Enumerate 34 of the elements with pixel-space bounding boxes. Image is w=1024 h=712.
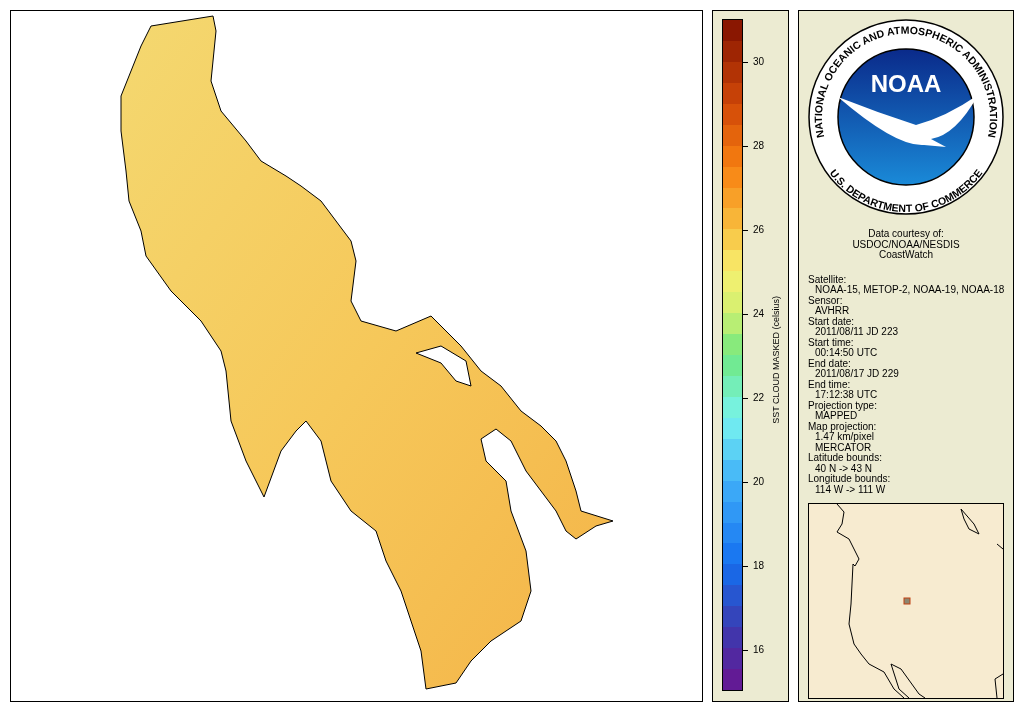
field-value: NOAA-15, METOP-2, NOAA-19, NOAA-18: [814, 285, 1004, 296]
field-label: Latitude bounds:: [808, 453, 883, 464]
colorbar-label: SST CLOUD MASKED (celsius): [771, 296, 781, 424]
field-value: 114 W -> 111 W: [815, 484, 887, 495]
field-value: AVHRR: [814, 306, 851, 317]
field-value: 00:14:50 UTC: [814, 348, 879, 359]
tick-label: 24: [753, 308, 765, 320]
field-value: 2011/08/11 JD 223: [814, 327, 900, 338]
field-label: Longitude bounds:: [808, 474, 892, 485]
field-value: MERCATOR: [814, 442, 872, 453]
field-label: Sensor:: [808, 295, 843, 306]
tick-label: 30: [753, 56, 765, 68]
tick-label: 22: [753, 392, 765, 404]
field-label: Satellite:: [808, 274, 848, 285]
field-label: End time:: [808, 379, 852, 390]
tick-label: 28: [753, 140, 765, 152]
field-label: Map projection:: [808, 421, 878, 432]
credit-text: Data courtesy of:: [868, 229, 944, 240]
field-value: MAPPED: [815, 411, 858, 422]
field-label: End date:: [808, 358, 852, 369]
field-value: 1.47 km/pixel: [815, 432, 874, 443]
region-marker: [903, 597, 911, 605]
tick-label: 16: [753, 644, 765, 656]
credit-text: USDOC/NOAA/NESDIS: [852, 239, 960, 250]
field-value: 40 N -> 43 N: [814, 463, 873, 474]
tick-label: 26: [753, 224, 765, 236]
field-value: 17:12:38 UTC: [814, 390, 879, 401]
tick-label: 20: [753, 476, 765, 488]
credit-text: CoastWatch: [878, 250, 934, 261]
field-label: Projection type:: [808, 400, 878, 411]
field-label: Start date:: [808, 316, 856, 327]
tick-label: 18: [753, 560, 765, 572]
field-label: Start time:: [808, 337, 855, 348]
field-value: 2011/08/17 JD 229: [814, 369, 900, 380]
